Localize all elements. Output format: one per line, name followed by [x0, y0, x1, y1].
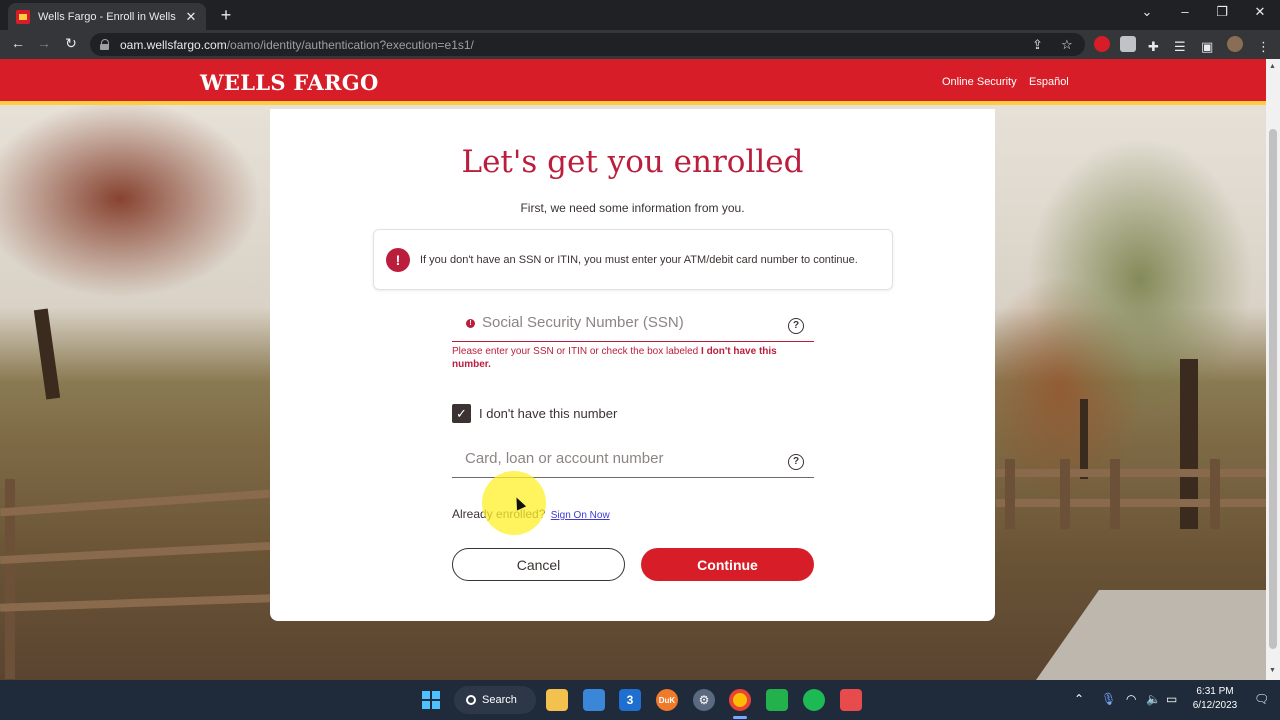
page-scrollbar[interactable]: ▲ ▼: [1266, 59, 1280, 680]
espanol-link[interactable]: Español: [1029, 76, 1069, 88]
page-title: Let's get you enrolled: [461, 144, 804, 180]
alert-text: If you don't have an SSN or ITIN, you mu…: [420, 253, 858, 266]
ssn-placeholder: Social Security Number (SSN): [482, 314, 684, 331]
volume-icon[interactable]: 🔈: [1146, 692, 1161, 706]
scroll-up-icon[interactable]: ▲: [1269, 63, 1276, 70]
notifications-icon[interactable]: 🗨: [1254, 692, 1269, 706]
taskbar-search-label: Search: [482, 694, 517, 706]
account-help-icon[interactable]: ?: [788, 454, 804, 470]
no-ssn-checkbox[interactable]: ✓: [452, 404, 471, 423]
tree-trunk: [1080, 399, 1088, 479]
info-alert: ! If you don't have an SSN or ITIN, you …: [373, 229, 893, 290]
maximize-icon[interactable]: ❐: [1212, 4, 1232, 20]
recorder-icon[interactable]: [840, 689, 862, 711]
lock-icon: [100, 39, 110, 50]
duckduckgo-icon[interactable]: DuK: [656, 689, 678, 711]
cancel-button[interactable]: Cancel: [452, 548, 625, 581]
app-3-icon[interactable]: 3: [619, 689, 641, 711]
sign-on-now-link[interactable]: Sign On Now: [551, 510, 610, 521]
continue-button[interactable]: Continue: [641, 548, 814, 581]
alert-exclamation-icon: !: [386, 247, 410, 272]
search-icon: [466, 695, 476, 705]
ssn-error-message: Please enter your SSN or ITIN or check t…: [452, 345, 814, 371]
wifi-icon[interactable]: ◠: [1126, 692, 1136, 706]
url-host: oam.wellsfargo.com: [120, 37, 227, 52]
extensions-puzzle-icon[interactable]: ✚: [1148, 39, 1159, 55]
forward-icon[interactable]: →: [35, 35, 53, 51]
minimize-icon[interactable]: –: [1175, 4, 1195, 19]
address-bar[interactable]: oam.wellsfargo.com/oamo/identity/authent…: [90, 33, 1085, 56]
fence-rail: [0, 594, 271, 612]
battery-icon[interactable]: ▭: [1166, 692, 1177, 706]
camtasia-icon[interactable]: [766, 689, 788, 711]
reading-list-icon[interactable]: ☰: [1174, 39, 1186, 55]
close-window-icon[interactable]: ✕: [1250, 4, 1270, 20]
back-icon[interactable]: ←: [9, 35, 27, 51]
clock-time: 6:31 PM: [1196, 686, 1234, 697]
browser-tab[interactable]: Wells Fargo - Enroll in Wells Fargo ✕: [8, 3, 206, 30]
browser-tabstrip: Wells Fargo - Enroll in Wells Fargo ✕ + …: [0, 0, 1280, 30]
fence-post: [1210, 459, 1220, 529]
no-ssn-checkbox-row[interactable]: ✓ I don't have this number: [452, 404, 617, 423]
tray-chevron-icon[interactable]: ⌃: [1074, 692, 1084, 706]
windows-taskbar: Search 3 DuK ⚙ ⌃ 🎙 ◠ 🔈 ▭ 6:31 PM 6/12/20…: [0, 680, 1280, 720]
tab-close-icon[interactable]: ✕: [184, 9, 198, 25]
fence-rail: [0, 541, 271, 565]
online-security-link[interactable]: Online Security: [942, 76, 1017, 88]
active-app-indicator: [733, 716, 747, 719]
spotify-icon[interactable]: [803, 689, 825, 711]
scroll-thumb[interactable]: [1269, 129, 1277, 649]
tree-trunk: [33, 308, 61, 400]
fence-post: [1060, 459, 1070, 529]
extension-red-icon[interactable]: [1094, 36, 1110, 52]
fence-rail: [0, 489, 270, 517]
error-icon: !: [466, 319, 475, 328]
site-header: WELLS FARGO Online Security Español: [0, 59, 1266, 105]
scroll-down-icon[interactable]: ▼: [1269, 667, 1276, 674]
clock-date: 6/12/2023: [1192, 700, 1238, 711]
chrome-menu-icon[interactable]: ⋮: [1257, 39, 1270, 55]
windows-start-icon[interactable]: [420, 689, 442, 711]
taskbar-search[interactable]: Search: [454, 686, 536, 714]
no-ssn-checkbox-label[interactable]: I don't have this number: [479, 406, 617, 421]
page-subtitle: First, we need some information from you…: [520, 201, 745, 215]
wells-fargo-logo[interactable]: WELLS FARGO: [200, 70, 379, 95]
bookmark-star-icon[interactable]: ☆: [1061, 37, 1073, 53]
url-path: /oamo/identity/authentication?execution=…: [226, 37, 474, 52]
wells-fargo-favicon-icon: [16, 9, 30, 24]
ssn-error-text: Please enter your SSN or ITIN or check t…: [452, 346, 702, 357]
file-explorer-icon[interactable]: [546, 689, 568, 711]
sidewalk: [1036, 590, 1266, 680]
account-placeholder: Card, loan or account number: [465, 450, 664, 467]
microphone-icon[interactable]: 🎙: [1101, 692, 1116, 706]
enroll-card: Let's get you enrolled First, we need so…: [270, 109, 995, 621]
share-icon[interactable]: ⇪: [1032, 37, 1043, 53]
settings-gear-icon[interactable]: ⚙: [693, 689, 715, 711]
taskbar-clock[interactable]: 6:31 PM 6/12/2023: [1180, 685, 1250, 713]
tab-search-icon[interactable]: ⌄: [1137, 4, 1157, 20]
fence-post: [1005, 459, 1015, 529]
fence-rail: [996, 469, 1266, 477]
profile-avatar-icon[interactable]: [1227, 36, 1243, 52]
page-viewport: WELLS FARGO Online Security Español Let'…: [0, 59, 1266, 680]
ssn-field[interactable]: ! Social Security Number (SSN) ?: [452, 308, 814, 342]
chrome-icon[interactable]: [729, 689, 751, 711]
microsoft-store-icon[interactable]: [583, 689, 605, 711]
extension-gray-icon[interactable]: [1120, 36, 1136, 52]
reload-icon[interactable]: ↻: [62, 35, 80, 52]
fence-post: [1110, 459, 1120, 529]
new-tab-button[interactable]: +: [216, 5, 236, 26]
tab-title: Wells Fargo - Enroll in Wells Fargo: [38, 10, 178, 23]
browser-toolbar: ← → ↻ oam.wellsfargo.com/oamo/identity/a…: [0, 30, 1280, 59]
side-panel-icon[interactable]: ▣: [1201, 39, 1213, 55]
ssn-help-icon[interactable]: ?: [788, 318, 804, 334]
fence-rail: [996, 499, 1266, 507]
